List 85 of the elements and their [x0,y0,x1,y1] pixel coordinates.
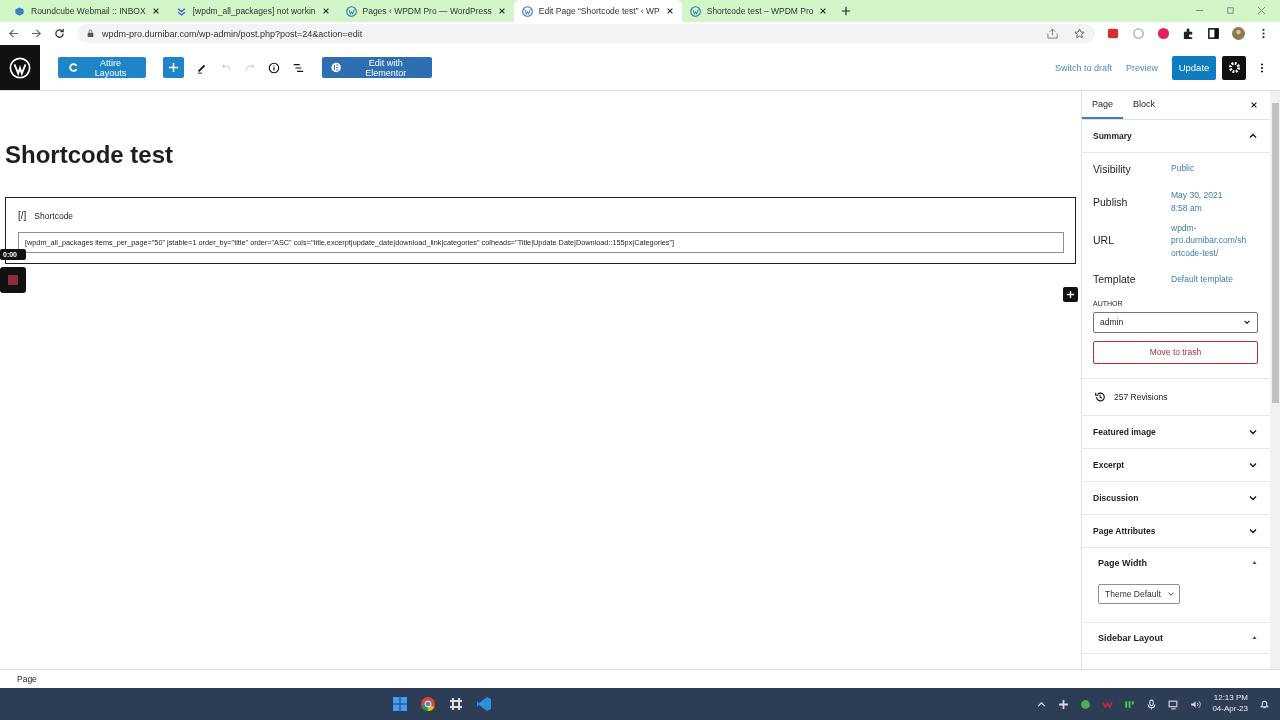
reload-icon[interactable] [54,28,65,39]
new-tab-icon[interactable] [841,6,852,16]
slack-icon[interactable] [448,696,464,712]
clock-date[interactable]: 04-Apr-23 [1212,704,1248,715]
puzzle-icon[interactable] [1182,27,1195,40]
code-editor-icon[interactable] [476,696,492,712]
info-icon[interactable] [268,61,280,74]
share-icon[interactable] [1047,28,1058,39]
field-label: Visibility [1093,162,1132,175]
browser-tab[interactable]: Edit Page “Shortcode test” ‹ WP [513,0,682,22]
browser-tab[interactable]: Pages ‹ WPDM Pro — WordPress [337,0,514,22]
page-width-select[interactable]: Theme Default [1098,583,1180,604]
page-title[interactable]: Shortcode test [5,141,1081,175]
switch-to-draft-link[interactable]: Switch to draft [1054,62,1112,73]
extension-icon[interactable] [1107,27,1120,40]
lock-icon [87,29,94,38]
field-value-link[interactable]: Public [1171,162,1195,175]
wordpress-icon [521,5,533,17]
field-value-link[interactable]: Default template [1171,273,1233,286]
list-view-icon[interactable] [292,61,304,74]
triangle-icon [1251,559,1258,567]
settings-button[interactable] [1222,55,1246,80]
elementor-icon [331,62,342,73]
field-value-link[interactable]: May 30, 2021 8:58 am [1171,189,1223,214]
field-value-link[interactable]: wpdm- pro.durnibar.com/sh ortcode-test/ [1171,222,1247,259]
browser-tab[interactable]: Shortcode test – WPDM Pro [681,0,836,22]
move-to-trash-button[interactable]: Move to trash [1093,340,1258,364]
settings-icon [1227,61,1241,74]
notification-bell-icon[interactable] [1259,698,1270,710]
tray-app-icon[interactable] [1124,698,1136,710]
sidebar-tab[interactable]: Page [1082,91,1124,119]
chevron-icon [1248,131,1258,141]
history-icon [1094,390,1106,403]
field-label: Publish [1093,195,1129,208]
back-icon[interactable] [8,28,19,39]
clock-time[interactable]: 12:13 PM [1213,693,1248,704]
address-bar[interactable]: wpdm-pro.durnibar.com/wp-admin/post.php?post=24&action=edit [77,24,1095,43]
close-icon[interactable] [665,7,674,15]
close-icon[interactable] [151,7,160,15]
close-icon[interactable] [497,7,506,15]
avatar-icon[interactable] [1232,27,1245,40]
microphone-icon[interactable] [1146,698,1158,710]
update-button[interactable]: Update [1172,55,1216,80]
wordpress-logo[interactable] [0,45,40,90]
close-icon[interactable] [819,7,828,15]
add-block-button[interactable] [1063,287,1078,302]
extension-icon[interactable] [1157,27,1170,40]
plus-icon [168,62,179,73]
block-label: Shortcode [34,210,74,221]
field-label: Template [1093,273,1137,286]
chevron-icon [175,5,187,17]
close-icon[interactable] [321,7,330,15]
attire-layouts-button[interactable]: Attire Layouts [58,57,146,78]
forward-icon[interactable] [31,28,42,39]
side-panel-icon[interactable] [1207,27,1220,40]
speaker-icon[interactable] [1190,698,1202,710]
url-text: wpdm-pro.durnibar.com/wp-admin/post.php?post=24&action=edit [102,28,363,39]
browser-tab[interactable]: [wpdm_all_packages] not workin [167,0,338,22]
preview-link[interactable]: Preview [1126,62,1158,73]
wordpress-icon [689,5,701,17]
browser-tab[interactable]: Roundcube Webmail :: INBOX [6,0,168,22]
chrome-icon[interactable] [420,696,436,712]
scrollbar[interactable] [1270,91,1280,669]
triangle-icon [1251,634,1258,642]
meta-box-header[interactable]: Sidebar Layout [1098,622,1258,653]
sidebar-tab[interactable]: Block [1123,91,1166,119]
cube-icon [14,5,25,17]
windows-start-icon[interactable] [392,696,408,712]
revisions-link[interactable]: 257 Revisions [1114,391,1168,402]
network-icon[interactable] [1168,698,1180,710]
tray-app-icon[interactable] [1080,698,1092,710]
star-icon[interactable] [1074,28,1085,39]
author-select[interactable]: admin [1093,311,1258,333]
plus-icon [1066,290,1075,299]
wordpress-icon [345,5,357,17]
shortcode-icon: [/] [18,210,27,221]
shortcode-block[interactable] [5,197,1076,264]
field-label: URL [1093,234,1115,247]
edit-with-elementor-button[interactable]: Edit with Elementor [322,57,432,78]
meta-box-header[interactable]: Page Width [1098,547,1258,578]
attire-logo-icon [68,62,79,73]
chevron-icon [1243,318,1251,327]
breadcrumb[interactable]: Page [17,674,37,684]
tray-app-icon[interactable] [1058,698,1070,710]
close-icon[interactable] [1250,101,1258,109]
